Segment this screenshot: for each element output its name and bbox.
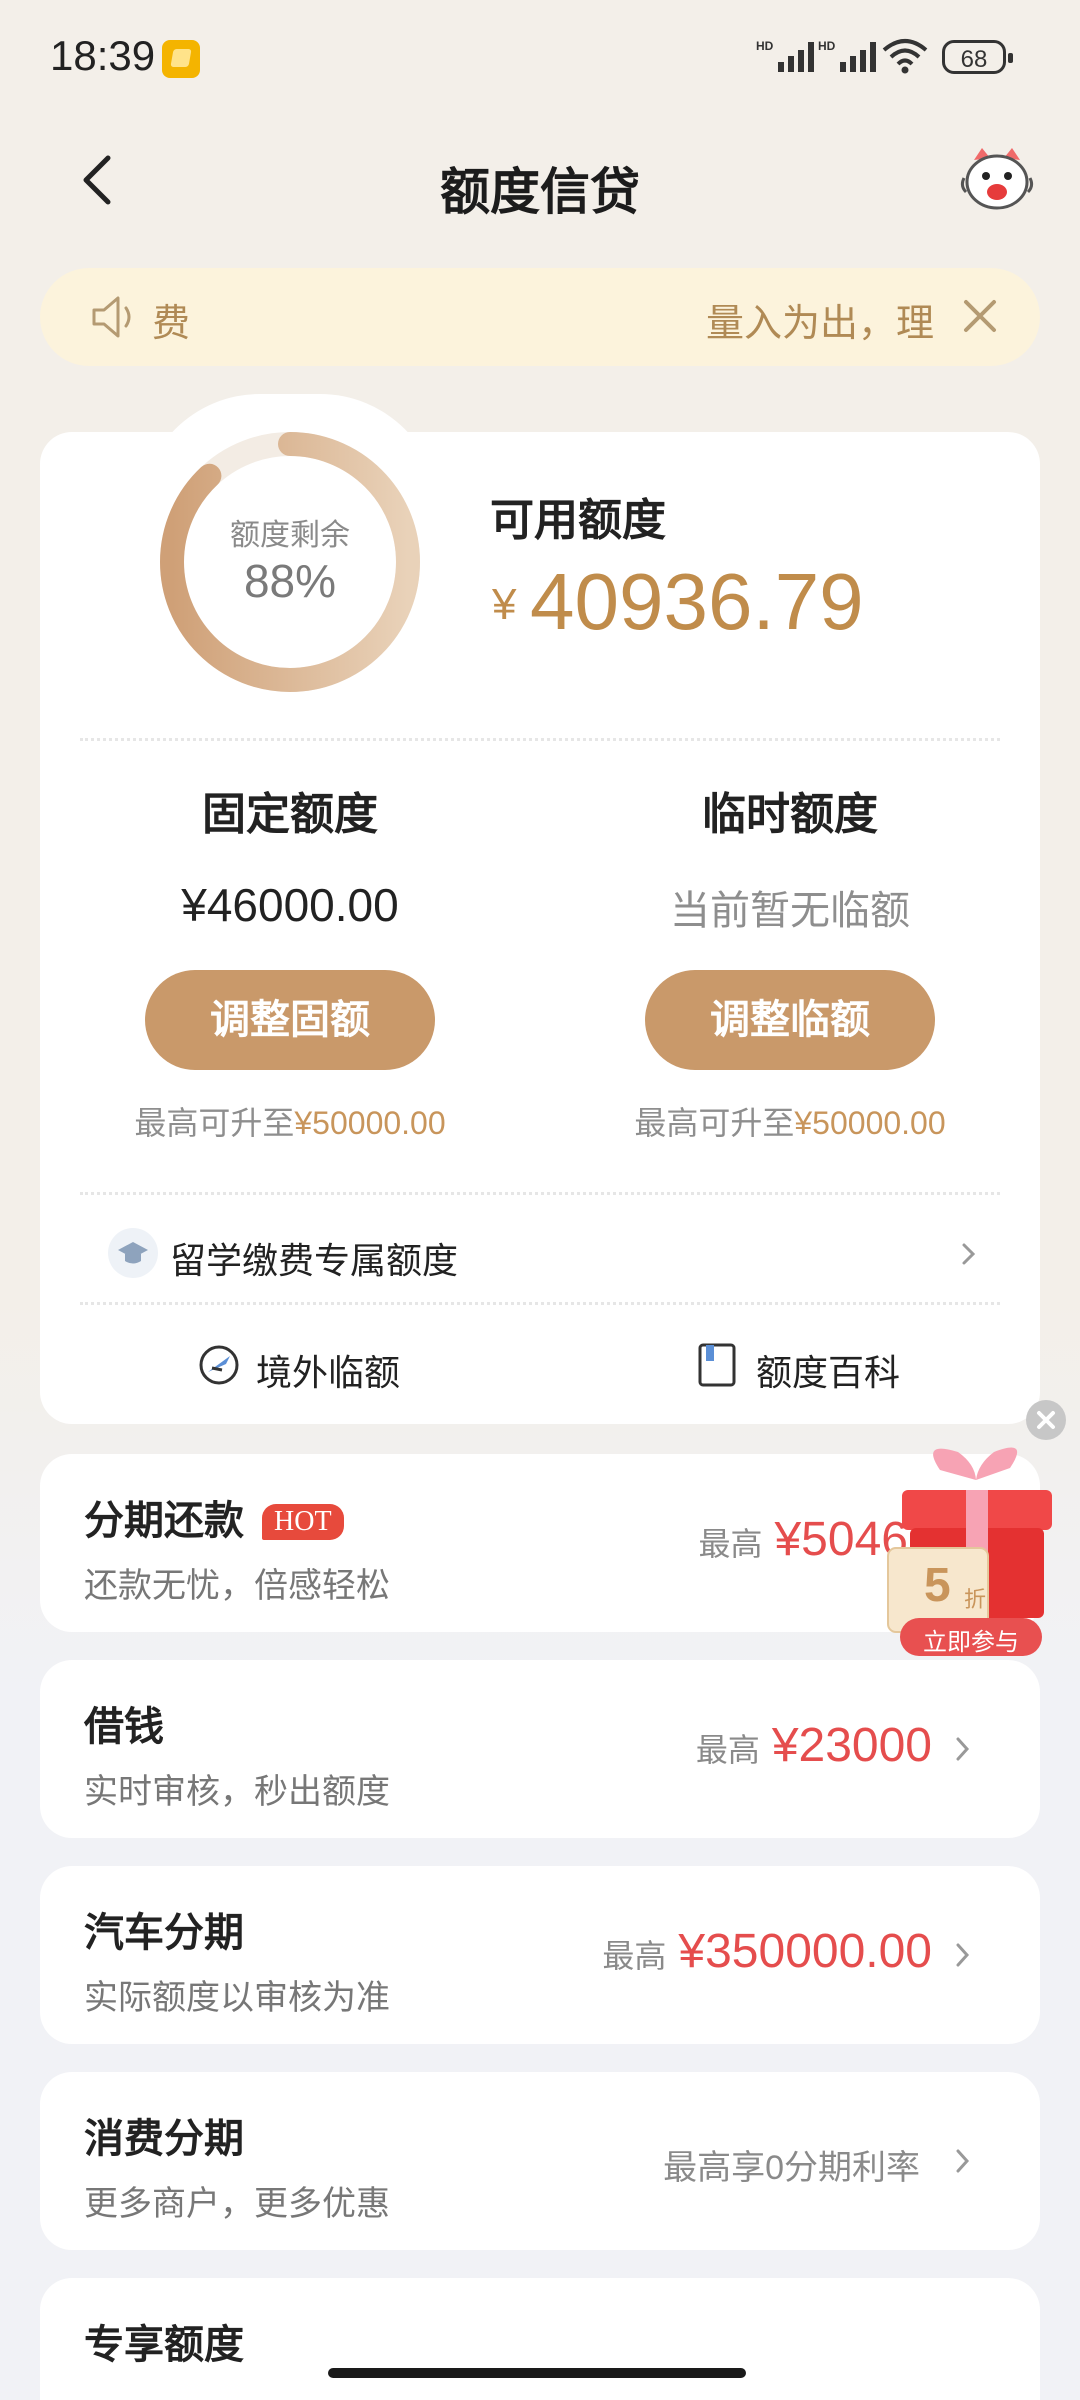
- quota-encyclopedia-label: 额度百科: [756, 1352, 901, 1393]
- speaker-icon: [92, 296, 131, 338]
- hot-badge: HOT: [262, 1504, 344, 1540]
- overseas-temp-quota-link[interactable]: 境外临额: [196, 1336, 416, 1396]
- graduation-cap-icon: [108, 1228, 158, 1278]
- service-max-prefix: 最高: [602, 1938, 667, 1974]
- service-max: 最高 ¥350000.00: [602, 1924, 932, 1979]
- service-name: 分期还款 HOT: [84, 1488, 344, 1546]
- service-max-prefix: 最高: [695, 1732, 760, 1768]
- promo-cta: 立即参与: [923, 1629, 1019, 1656]
- temp-quota-max: 最高可升至¥50000.00: [590, 1098, 990, 1144]
- temp-quota-title: 临时额度: [702, 790, 878, 839]
- service-name: 汽车分期: [84, 1911, 244, 1955]
- promo-close-button[interactable]: [1026, 1400, 1066, 1440]
- currency-symbol: ¥: [492, 580, 517, 629]
- remaining-quota-ring: 额度剩余 88%: [160, 432, 420, 692]
- available-credit-amount: 40936.79: [530, 557, 864, 646]
- chevron-right-icon: [956, 1943, 970, 1967]
- home-indicator: [328, 2368, 746, 2378]
- fixed-quota-section: 固定额度 ¥46000.00: [90, 778, 490, 932]
- borrow-money-card[interactable]: 借钱 实时审核，秒出额度 最高 ¥23000: [40, 1660, 1040, 1838]
- notice-banner[interactable]: 费 量入为出，理: [40, 268, 1040, 366]
- service-max: 最高享0分期利率: [663, 2140, 932, 2189]
- service-max: 最高 ¥23000: [696, 1718, 932, 1773]
- service-desc: 实际额度以审核为准: [84, 1979, 390, 2017]
- car-installment-card[interactable]: 汽车分期 实际额度以审核为准 最高 ¥350000.00: [40, 1866, 1040, 2044]
- service-desc: 更多商户，更多优惠: [84, 2185, 390, 2223]
- service-max-value: ¥23000: [771, 1719, 932, 1772]
- chevron-right-icon: [962, 1243, 976, 1265]
- nav-bar: 额度信贷: [0, 130, 1080, 230]
- signal-hd-label: HD: [756, 39, 774, 53]
- temp-max-prefix: 最高可升至: [634, 1105, 795, 1141]
- close-icon: [1037, 1411, 1055, 1429]
- fixed-max-prefix: 最高可升至: [134, 1105, 295, 1141]
- promo-gift[interactable]: 5 折 立即参与: [880, 1440, 1070, 1660]
- status-bar: 18:39 HD HD 68: [0, 0, 1080, 120]
- notification-icon: [162, 40, 200, 78]
- divider: [80, 1302, 1000, 1305]
- wifi-icon: [882, 39, 928, 74]
- mascot-icon[interactable]: [960, 146, 1034, 212]
- promo-discount-unit: 折: [964, 1587, 987, 1612]
- consumer-installment-card[interactable]: 消费分期 更多商户，更多优惠 最高享0分期利率: [40, 2072, 1040, 2250]
- promo-discount: 5: [924, 1559, 951, 1612]
- service-max-prefix: 最高享0分期利率: [663, 2149, 920, 2187]
- adjust-fixed-quota-button[interactable]: 调整固额: [145, 970, 435, 1070]
- adjust-temp-quota-button[interactable]: 调整临额: [645, 970, 935, 1070]
- chevron-right-icon: [956, 2149, 970, 2173]
- available-credit-label: 可用额度: [490, 496, 666, 545]
- service-max-value: ¥350000.00: [678, 1925, 932, 1978]
- notice-text-right: 量入为出，理: [705, 303, 934, 345]
- fixed-quota-amount: ¥46000.00: [181, 879, 399, 931]
- signal-hd-label: HD: [818, 39, 836, 53]
- quota-encyclopedia-link[interactable]: 额度百科: [696, 1336, 916, 1396]
- fixed-quota-title: 固定额度: [202, 790, 378, 839]
- divider: [80, 1192, 1000, 1195]
- study-abroad-label: 留学缴费专属额度: [170, 1240, 459, 1281]
- page-title: 额度信贷: [440, 164, 640, 220]
- temp-quota-section: 临时额度 当前暂无临额: [590, 778, 990, 936]
- plane-icon: [199, 1345, 239, 1385]
- service-desc: 实时审核，秒出额度: [84, 1773, 390, 1811]
- service-name: 专享额度: [84, 2323, 244, 2367]
- status-time: 18:39: [50, 32, 156, 79]
- fixed-max-value: ¥50000.00: [294, 1105, 446, 1141]
- close-icon[interactable]: [956, 292, 1004, 340]
- graduation-cap-svg: [118, 1242, 148, 1264]
- exclusive-quota-card[interactable]: 专享额度: [40, 2278, 1040, 2400]
- notice-text-left: 费: [152, 303, 191, 345]
- service-name: 借钱: [84, 1705, 164, 1749]
- ring-label: 额度剩余: [230, 519, 350, 552]
- service-desc: 还款无忧，倍感轻松: [84, 1567, 390, 1605]
- service-name: 消费分期: [84, 2117, 244, 2161]
- temp-quota-amount: 当前暂无临额: [670, 889, 910, 933]
- ring-percent: 88%: [243, 555, 337, 607]
- study-abroad-quota-row[interactable]: 留学缴费专属额度: [40, 1218, 1040, 1290]
- service-max-prefix: 最高: [698, 1526, 763, 1562]
- divider: [80, 738, 1000, 741]
- temp-max-value: ¥50000.00: [794, 1105, 946, 1141]
- chevron-right-icon: [956, 1737, 970, 1761]
- overseas-temp-quota-label: 境外临额: [256, 1352, 401, 1393]
- book-icon: [698, 1343, 736, 1387]
- service-name-text: 分期还款: [84, 1499, 244, 1543]
- fixed-quota-max: 最高可升至¥50000.00: [90, 1098, 490, 1144]
- battery-indicator: 68: [942, 40, 1013, 74]
